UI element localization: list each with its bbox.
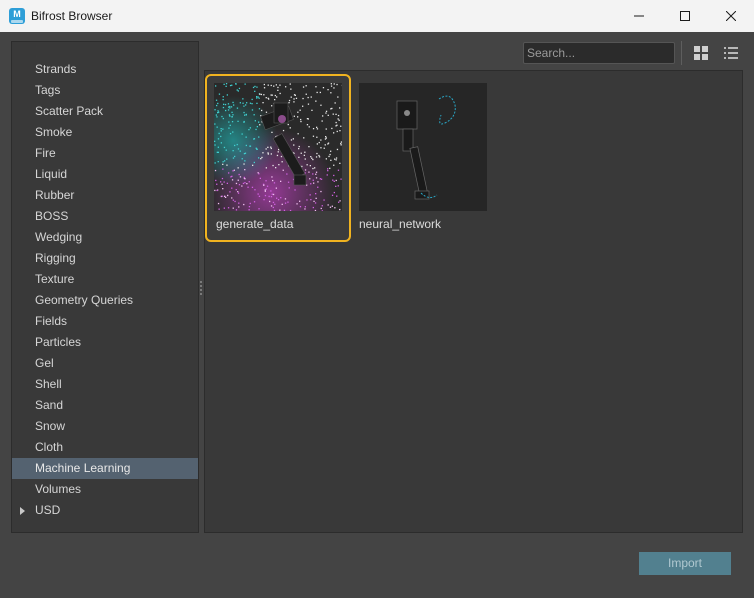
sidebar-item-label: Strands [35, 62, 77, 76]
list-view-button[interactable] [720, 43, 742, 63]
expand-arrow-icon[interactable] [20, 507, 25, 515]
import-button[interactable]: Import [639, 552, 731, 575]
sidebar-item-liquid[interactable]: Liquid [12, 164, 198, 185]
sidebar-item-label: Sand [35, 398, 64, 412]
robot-arm-particles-thumbnail [214, 83, 342, 211]
maximize-button[interactable] [662, 0, 708, 32]
sidebar-item-scatter-pack[interactable]: Scatter Pack [12, 101, 198, 122]
sidebar-item-label: Snow [35, 419, 66, 433]
sidebar-item-shell[interactable]: Shell [12, 374, 198, 395]
sidebar-item-label: Liquid [35, 167, 68, 181]
compound-card-generate-data[interactable]: generate_data [205, 74, 351, 242]
sidebar-item-boss[interactable]: BOSS [12, 206, 198, 227]
sidebar-item-label: Texture [35, 272, 75, 286]
sidebar-item-label: Gel [35, 356, 54, 370]
sidebar-item-label: Fields [35, 314, 68, 328]
sidebar-item-label: Rigging [35, 251, 76, 265]
sidebar-item-geometry-queries[interactable]: Geometry Queries [12, 290, 198, 311]
toolbar-divider [681, 41, 682, 65]
sidebar-item-label: Particles [35, 335, 82, 349]
sidebar-item-particles[interactable]: Particles [12, 332, 198, 353]
sidebar-item-snow[interactable]: Snow [12, 416, 198, 437]
grid-view-button[interactable] [690, 43, 712, 63]
compound-card-neural-network[interactable]: neural_network [351, 74, 497, 242]
sidebar-item-label: BOSS [35, 209, 69, 223]
sidebar-item-smoke[interactable]: Smoke [12, 122, 198, 143]
sidebar-item-label: Wedging [35, 230, 83, 244]
compound-label: generate_data [216, 217, 294, 231]
close-button[interactable] [708, 0, 754, 32]
sidebar-item-label: USD [35, 503, 61, 517]
maya-app-icon: M [9, 8, 25, 24]
compound-label: neural_network [359, 217, 442, 231]
sidebar-item-label: Tags [35, 83, 61, 97]
minimize-icon [634, 15, 644, 17]
sidebar-item-sand[interactable]: Sand [12, 395, 198, 416]
search-input[interactable] [523, 42, 675, 64]
robot-arm-wireframe-thumbnail [359, 83, 487, 211]
sidebar-item-label: Shell [35, 377, 62, 391]
title-bar: M Bifrost Browser [0, 0, 754, 32]
sidebar-item-label: Rubber [35, 188, 75, 202]
sidebar-item-label: Volumes [35, 482, 82, 496]
sidebar-item-label: Smoke [35, 125, 73, 139]
sidebar-item-tags[interactable]: Tags [12, 80, 198, 101]
sidebar-item-usd[interactable]: USD [12, 500, 198, 521]
sidebar-item-fields[interactable]: Fields [12, 311, 198, 332]
compound-grid: generate_data neural_network [204, 70, 743, 533]
sidebar-item-label: Cloth [35, 440, 64, 454]
sidebar-item-rubber[interactable]: Rubber [12, 185, 198, 206]
sidebar-item-strands[interactable]: Strands [12, 59, 198, 80]
list-view-icon [724, 47, 738, 59]
sidebar-item-texture[interactable]: Texture [12, 269, 198, 290]
sidebar-item-label: Machine Learning [35, 461, 131, 475]
sidebar-item-rigging[interactable]: Rigging [12, 248, 198, 269]
splitter-grip-icon [200, 281, 202, 295]
category-list: Strands Tags Scatter Pack Smoke Fire Liquid Ru… [12, 59, 198, 521]
sidebar-item-machine-learning[interactable]: Machine Learning [12, 458, 198, 479]
category-sidebar: Strands Tags Scatter Pack Smoke Fire Liquid Ru… [11, 41, 199, 533]
maximize-icon [680, 11, 690, 21]
sidebar-item-cloth[interactable]: Cloth [12, 437, 198, 458]
sidebar-item-label: Scatter Pack [35, 104, 104, 118]
sidebar-item-label: Fire [35, 146, 56, 160]
sidebar-item-gel[interactable]: Gel [12, 353, 198, 374]
close-icon [726, 11, 736, 21]
grid-view-icon [694, 46, 708, 60]
minimize-button[interactable] [616, 0, 662, 32]
sidebar-item-label: Geometry Queries [35, 293, 134, 307]
sidebar-item-volumes[interactable]: Volumes [12, 479, 198, 500]
sidebar-item-fire[interactable]: Fire [12, 143, 198, 164]
sidebar-item-wedging[interactable]: Wedging [12, 227, 198, 248]
window-title: Bifrost Browser [31, 9, 113, 23]
